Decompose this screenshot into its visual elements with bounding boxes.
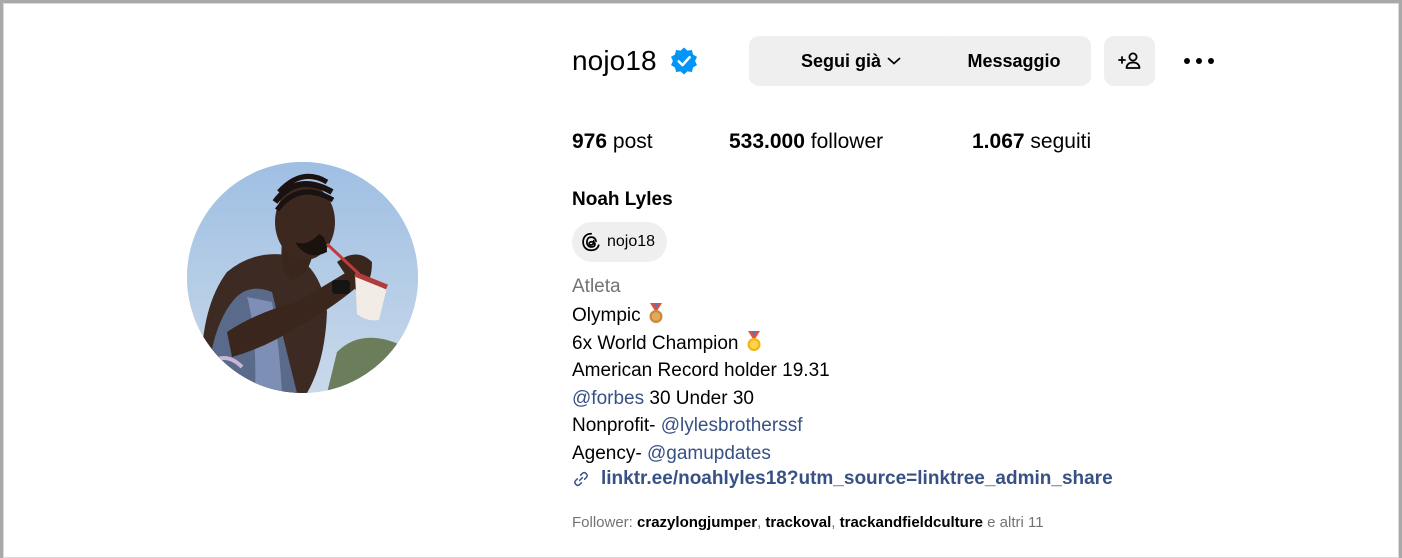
profile-header: nojo18 Segui già Messaggio 976 post 533.…	[3, 3, 1399, 558]
followed-by[interactable]: Follower: crazylongjumper, trackoval, tr…	[572, 514, 1044, 531]
bio-text: Nonprofit-	[572, 415, 661, 436]
username: nojo18	[572, 45, 657, 76]
message-button-label: Messaggio	[967, 50, 1061, 71]
verified-badge-icon	[670, 47, 697, 75]
follower-username[interactable]: trackandfieldculture	[840, 514, 983, 531]
avatar-photo	[187, 162, 418, 393]
bio: Olympic 6x World Champion American Recor…	[572, 302, 830, 467]
add-user-icon	[1117, 52, 1140, 69]
bio-line: 6x World Champion	[572, 330, 830, 358]
posts-count-label: post	[612, 130, 653, 153]
mention-link[interactable]: @gamupdates	[647, 443, 771, 464]
bio-line: Olympic	[572, 302, 830, 330]
link-icon	[574, 471, 588, 487]
suggest-users-button[interactable]	[1104, 36, 1155, 86]
posts-count-value: 976	[572, 130, 608, 153]
follower-username[interactable]: trackoval	[765, 514, 831, 531]
following-button[interactable]: Segui già	[749, 36, 953, 86]
followed-by-suffix: e altri 11	[983, 514, 1044, 531]
followers-count[interactable]: 533.000 follower	[729, 130, 883, 154]
chevron-down-icon	[887, 57, 901, 65]
profile-avatar[interactable]	[187, 162, 418, 393]
bio-line: Nonprofit- @lylesbrotherssf	[572, 412, 830, 440]
followers-count-label: follower	[810, 130, 884, 153]
more-options-icon[interactable]	[1179, 48, 1219, 74]
following-count[interactable]: 1.067 seguiti	[972, 130, 1091, 154]
external-link-url: linktr.ee/noahlyles18?utm_source=linktre…	[601, 468, 1113, 489]
following-button-label: Segui già	[800, 50, 881, 71]
username-row: nojo18	[572, 36, 699, 86]
medal-icon	[649, 303, 663, 323]
mention-link[interactable]: @lylesbrotherssf	[661, 415, 803, 436]
profile-category: Atleta	[572, 276, 621, 297]
bio-line: @forbes 30 Under 30	[572, 385, 830, 413]
bio-text: American Record holder 19.31	[572, 360, 830, 381]
threads-handle: nojo18	[607, 233, 656, 250]
bio-line: Agency- @gamupdates	[572, 440, 830, 468]
bio-text: 30 Under 30	[644, 387, 754, 409]
bio-text: 6x World Champion	[572, 332, 739, 354]
followers-count-value: 533.000	[729, 130, 805, 153]
bio-line: American Record holder 19.31	[572, 357, 830, 385]
external-link[interactable]: linktr.ee/noahlyles18?utm_source=linktre…	[572, 468, 1113, 490]
threads-icon	[582, 232, 600, 252]
full-name: Noah Lyles	[572, 189, 673, 210]
posts-count: 976 post	[572, 130, 653, 154]
bio-text: Agency-	[572, 442, 647, 464]
following-count-label: seguiti	[1030, 130, 1092, 153]
mention-link[interactable]: @forbes	[572, 388, 644, 409]
following-count-value: 1.067	[972, 130, 1025, 153]
medal-icon	[747, 330, 761, 351]
bio-text: Olympic	[572, 305, 641, 326]
separator: ,	[831, 514, 840, 531]
followed-by-prefix: Follower:	[572, 514, 638, 531]
threads-badge[interactable]: nojo18	[572, 222, 668, 262]
follower-username[interactable]: crazylongjumper	[637, 514, 757, 531]
message-button[interactable]: Messaggio	[937, 36, 1091, 86]
